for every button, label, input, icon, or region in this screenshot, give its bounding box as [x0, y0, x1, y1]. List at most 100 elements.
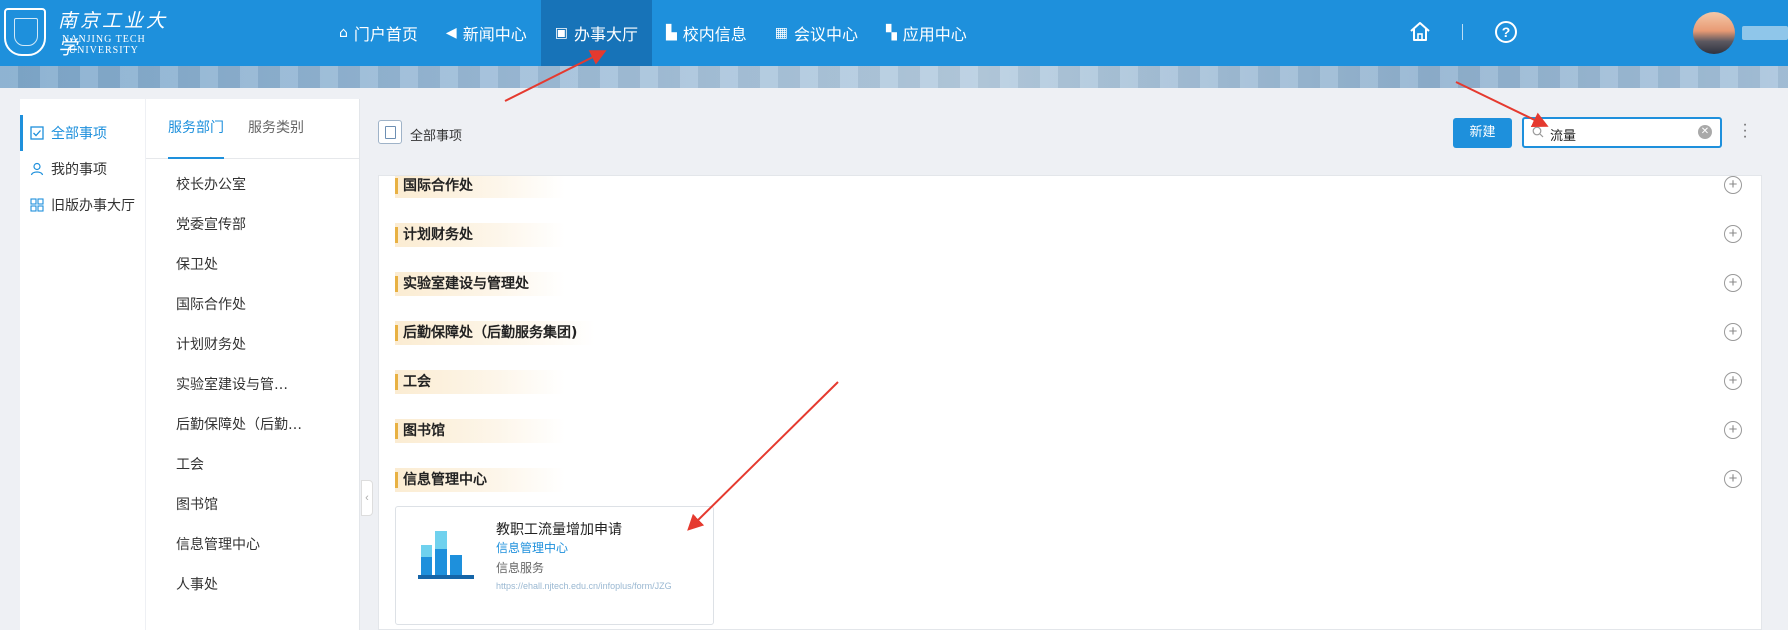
- section-title: 计划财务处: [395, 223, 565, 247]
- header-divider: [1462, 24, 1463, 40]
- nav-item-app-center[interactable]: ▚ 应用中心: [872, 0, 981, 66]
- expand-plus-icon[interactable]: +: [1724, 470, 1742, 488]
- card-title[interactable]: 教职工流量增加申请: [496, 519, 622, 539]
- search-value: 流量: [1550, 129, 1577, 144]
- bag-icon: ▣: [554, 25, 568, 41]
- grid-icon: [30, 198, 44, 212]
- speaker-icon: ◀: [445, 25, 457, 41]
- dept-item[interactable]: 国际合作处: [146, 285, 326, 325]
- banner-strip: [0, 66, 1788, 88]
- card-department-link[interactable]: 信息管理中心: [496, 539, 568, 556]
- section-accent-bar: [395, 472, 398, 488]
- new-button[interactable]: 新建: [1453, 118, 1512, 148]
- expand-plus-icon[interactable]: +: [1724, 176, 1742, 194]
- nav-item-meeting-center[interactable]: ▦ 会议中心: [761, 0, 872, 66]
- dept-item[interactable]: 后勤保障处（后勤…: [146, 405, 326, 445]
- dept-item[interactable]: 保卫处: [146, 245, 326, 285]
- nav-label: 会议中心: [793, 25, 858, 44]
- bar-chart-icon: [418, 531, 474, 579]
- dept-item[interactable]: 实验室建设与管…: [146, 365, 326, 405]
- collapse-panel-handle[interactable]: ‹: [361, 480, 373, 516]
- section-title: 工会: [395, 370, 565, 394]
- clear-icon[interactable]: ✕: [1698, 125, 1712, 139]
- dept-item[interactable]: 校长办公室: [146, 165, 326, 205]
- tab-service-department[interactable]: 服务部门: [168, 99, 224, 159]
- home-icon[interactable]: [1408, 20, 1432, 44]
- section-title: 实验室建设与管理处: [395, 272, 565, 296]
- section-logistics[interactable]: 后勤保障处（后勤服务集团) +: [395, 321, 1755, 345]
- nav-label: 新闻中心: [462, 25, 527, 44]
- sidebar-item-all-items[interactable]: 全部事项: [20, 115, 145, 151]
- document-icon: [378, 120, 402, 144]
- service-list: 国际合作处 + 计划财务处 + 实验室建设与管理处 + 后勤保障处（后勤服务集团…: [378, 175, 1762, 630]
- section-library[interactable]: 图书馆 +: [395, 419, 1755, 443]
- nav-item-service-hall[interactable]: ▣ 办事大厅: [540, 0, 652, 66]
- department-panel: 服务部门 服务类别 校长办公室 党委宣传部 保卫处 国际合作处 计划财务处 实验…: [146, 99, 360, 630]
- section-accent-bar: [395, 276, 398, 292]
- grid-icon: ▚: [886, 25, 897, 41]
- section-title: 信息管理中心: [395, 468, 565, 492]
- section-accent-bar: [395, 374, 398, 390]
- search-input[interactable]: 流量 ✕: [1522, 117, 1722, 148]
- nav-label: 门户首页: [353, 25, 418, 44]
- sidebar-item-my-items[interactable]: 我的事项: [20, 151, 145, 187]
- service-card[interactable]: 教职工流量增加申请 信息管理中心 信息服务 https://ehall.njte…: [395, 506, 714, 625]
- logo-en-text: NANJING TECH UNIVERSITY: [62, 34, 146, 56]
- expand-plus-icon[interactable]: +: [1724, 225, 1742, 243]
- main-toolbar: 全部事项 新建 流量 ✕ · · ·: [362, 112, 1788, 154]
- department-list: 校长办公室 党委宣传部 保卫处 国际合作处 计划财务处 实验室建设与管… 后勤保…: [146, 159, 359, 605]
- avatar[interactable]: [1693, 12, 1735, 54]
- nav-item-news[interactable]: ◀ 新闻中心: [432, 0, 541, 66]
- expand-plus-icon[interactable]: +: [1724, 421, 1742, 439]
- search-icon: [1532, 126, 1544, 138]
- expand-plus-icon[interactable]: +: [1724, 274, 1742, 292]
- section-intl-cooperation[interactable]: 国际合作处 +: [395, 176, 1755, 198]
- seal-icon: [4, 8, 46, 56]
- dept-item[interactable]: 计划财务处: [146, 325, 326, 365]
- home-icon: ⌂: [339, 25, 348, 41]
- table-icon: ▦: [774, 25, 788, 41]
- left-sidebar: 全部事项 我的事项 旧版办事大厅: [20, 99, 145, 630]
- section-labor-union[interactable]: 工会 +: [395, 370, 1755, 394]
- nav-item-portal-home[interactable]: ⌂ 门户首页: [325, 0, 432, 66]
- expand-plus-icon[interactable]: +: [1724, 372, 1742, 390]
- dept-item[interactable]: 党委宣传部: [146, 205, 326, 245]
- card-url: https://ehall.njtech.edu.cn/infoplus/for…: [496, 581, 672, 591]
- expand-plus-icon[interactable]: +: [1724, 323, 1742, 341]
- tab-service-category[interactable]: 服务类别: [248, 99, 304, 159]
- section-accent-bar: [395, 423, 398, 439]
- user-name-blurred[interactable]: [1742, 26, 1788, 40]
- breadcrumb: 全部事项: [410, 129, 463, 144]
- section-accent-bar: [395, 178, 398, 194]
- section-info-center[interactable]: 信息管理中心 +: [395, 468, 1755, 492]
- section-title: 国际合作处: [395, 176, 565, 198]
- checkbox-icon: [30, 126, 44, 140]
- section-title: 图书馆: [395, 419, 565, 443]
- user-icon: [30, 162, 44, 176]
- dept-tabs: 服务部门 服务类别: [146, 99, 359, 159]
- building-icon: ▙: [665, 25, 677, 41]
- dept-item[interactable]: 信息管理中心: [146, 525, 326, 565]
- section-accent-bar: [395, 325, 398, 341]
- nav-label: 校内信息: [682, 25, 747, 44]
- help-icon[interactable]: ?: [1495, 21, 1517, 43]
- sidebar-item-label: 旧版办事大厅: [51, 198, 135, 214]
- card-category: 信息服务: [496, 561, 545, 575]
- dept-item[interactable]: 工会: [146, 445, 326, 485]
- section-finance[interactable]: 计划财务处 +: [395, 223, 1755, 247]
- dept-item[interactable]: 图书馆: [146, 485, 326, 525]
- section-title: 后勤保障处（后勤服务集团): [395, 321, 595, 345]
- top-navigation-bar: 南京工业大学 NANJING TECH UNIVERSITY ⌂ 门户首页 ◀ …: [0, 0, 1788, 66]
- sidebar-item-label: 全部事项: [51, 126, 107, 142]
- nav-label: 办事大厅: [573, 25, 638, 44]
- main-nav: ⌂ 门户首页 ◀ 新闻中心 ▣ 办事大厅 ▙ 校内信息 ▦ 会议中心 ▚ 应用中…: [325, 0, 981, 66]
- sidebar-item-label: 我的事项: [51, 162, 107, 178]
- dept-item[interactable]: 人事处: [146, 565, 326, 605]
- section-lab-construction[interactable]: 实验室建设与管理处 +: [395, 272, 1755, 296]
- university-logo[interactable]: 南京工业大学 NANJING TECH UNIVERSITY: [0, 0, 180, 66]
- section-accent-bar: [395, 227, 398, 243]
- sidebar-item-old-service-hall[interactable]: 旧版办事大厅: [20, 187, 145, 223]
- nav-label: 应用中心: [902, 25, 967, 44]
- more-options-icon[interactable]: · · ·: [1740, 117, 1750, 145]
- nav-item-campus-info[interactable]: ▙ 校内信息: [652, 0, 761, 66]
